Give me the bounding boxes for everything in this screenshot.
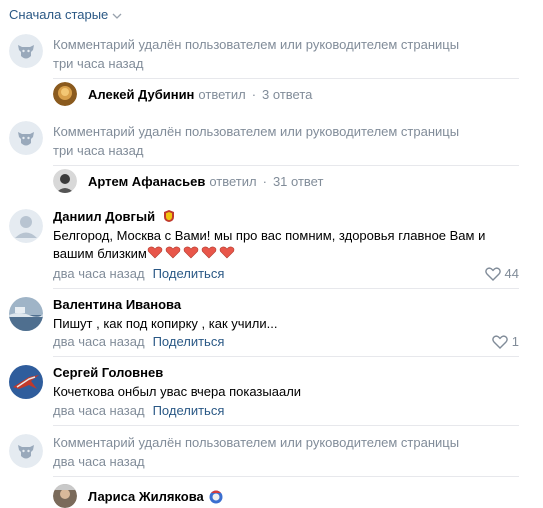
comment-author[interactable]: Сергей Головнев [53,365,163,380]
reply-author[interactable]: Лариса Жилякова [88,489,204,504]
replies-summary[interactable]: Алекей Дубинин ответил · 3 ответа [53,82,312,106]
comment-text: Пишут , как под копирку , как учили... [53,316,278,331]
comment-time[interactable]: два часа назад [53,266,145,281]
deleted-avatar [9,34,43,68]
comment-meta: два часа назад Поделиться [53,334,224,349]
comment-time[interactable]: два часа назад [53,334,145,349]
vk-dog-icon [9,34,43,68]
replied-label: ответил [209,173,257,189]
divider [53,78,519,79]
divider [53,288,519,289]
replied-label: ответил [198,86,246,102]
comment-time[interactable]: три часа назад [53,143,143,158]
avatar[interactable] [9,209,43,243]
like-count: 1 [511,334,519,349]
share-button[interactable]: Поделиться [153,334,225,349]
divider [53,356,519,357]
replies-summary[interactable]: Лариса Жилякова [53,484,224,508]
comment-time[interactable]: три часа назад [53,56,143,71]
replies-summary[interactable]: Артем Афанасьев ответил · 31 ответ [53,169,323,193]
comment-time[interactable]: два часа назад [53,403,145,418]
avatar[interactable] [53,82,77,106]
separator-dot: · [251,86,257,102]
share-button[interactable]: Поделиться [153,266,225,281]
reply-count[interactable]: 31 ответ [273,174,323,189]
comment-text: Белгород, Москва с Вами! мы про вас помн… [53,227,523,263]
like-button[interactable]: 44 [484,266,519,281]
reply-author[interactable]: Артем Афанасьев [88,174,205,189]
like-button[interactable]: 1 [491,334,519,349]
separator-dot: · [262,173,267,189]
vk-dog-icon [9,434,43,468]
deleted-message: Комментарий удалён пользователем или рук… [53,435,460,450]
divider [53,165,519,166]
reply-author[interactable]: Алекей Дубинин [88,87,194,102]
avatar[interactable] [9,365,43,399]
comment-text-content: Белгород, Москва с Вами! мы про вас помн… [53,228,486,261]
deleted-avatar [9,121,43,155]
sort-dropdown[interactable]: Сначала старые [9,7,122,22]
share-button[interactable]: Поделиться [153,403,225,418]
comment-time[interactable]: два часа назад [53,454,145,469]
comment-meta: два часа назад Поделиться [53,403,224,418]
heart-icon [484,266,501,281]
avatar[interactable] [9,297,43,331]
reply-count[interactable]: 3 ответа [262,87,312,102]
sort-label: Сначала старые [9,7,109,22]
like-count: 44 [504,266,519,281]
hearts-emoji [147,246,237,261]
comment-author[interactable]: Даниил Довгый [53,209,155,224]
divider [53,476,519,477]
chevron-down-icon [112,13,122,19]
heart-icon [491,334,508,349]
deleted-message: Комментарий удалён пользователем или рук… [53,124,460,139]
comment-meta: два часа назад Поделиться [53,266,224,281]
club-crest-icon [163,210,174,222]
author-row: Даниил Довгый [53,209,176,224]
comment-text: Кочеткова онбыл увас вчера показыаали [53,384,302,399]
badge-emoji-icon [209,490,223,504]
deleted-avatar [9,434,43,468]
deleted-message: Комментарий удалён пользователем или рук… [53,37,460,52]
comment-author[interactable]: Валентина Иванова [53,297,181,312]
avatar[interactable] [53,484,77,508]
vk-dog-icon [9,121,43,155]
divider [53,425,519,426]
avatar[interactable] [53,169,77,193]
